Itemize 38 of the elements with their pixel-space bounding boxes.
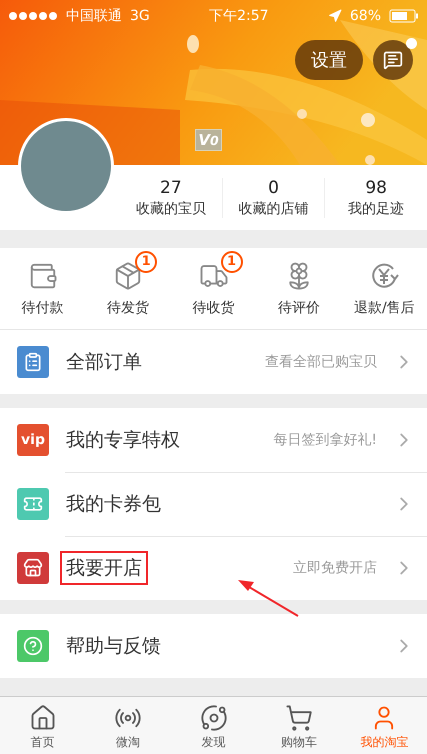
stat-value[interactable]: 98 — [365, 178, 387, 198]
yen-refund-icon — [369, 260, 400, 290]
menu-hint: 每日签到拿好礼! — [273, 431, 377, 449]
order-status-label[interactable]: 退款/售后 — [354, 298, 415, 316]
tab-bar-item[interactable]: 发现 — [170, 697, 256, 754]
menu-label[interactable]: 全部订单 — [60, 345, 148, 379]
menu-label[interactable]: 我的卡券包 — [60, 487, 167, 521]
menu-hint: 立即免费开店 — [293, 559, 377, 577]
planet-icon — [200, 704, 228, 732]
stat-label[interactable]: 我的足迹 — [348, 200, 404, 218]
menu-label[interactable]: 我的专享特权 — [60, 423, 186, 457]
order-status-label[interactable]: 待付款 — [22, 298, 64, 316]
order-status-label[interactable]: 待评价 — [278, 298, 320, 316]
order-status-label[interactable]: 待收货 — [192, 298, 235, 316]
count-badge: 1 — [135, 250, 158, 272]
carrier-name: 中国联通 — [66, 7, 122, 25]
network-type: 3G — [130, 8, 150, 24]
status-time: 下午2:57 — [209, 7, 269, 25]
stat-value[interactable]: 27 — [160, 178, 182, 198]
menu-label[interactable]: 我要开店 — [60, 551, 148, 585]
order-status-label[interactable]: 待发货 — [107, 298, 150, 316]
stat-label[interactable]: 收藏的店铺 — [238, 200, 308, 218]
count-badge: 1 — [220, 250, 243, 272]
tab-bar-item[interactable]: 微淘 — [85, 697, 171, 754]
battery-icon — [389, 9, 419, 23]
chat-icon — [383, 50, 403, 70]
tab-bar-item[interactable]: 首页 — [0, 697, 86, 754]
menu-label[interactable]: 帮助与反馈 — [60, 629, 167, 663]
home-icon — [28, 704, 57, 732]
location-icon — [328, 9, 342, 23]
vip-icon: vip — [17, 424, 49, 456]
menu-hint: 查看全部已购宝贝 — [265, 353, 377, 371]
battery-percent: 68% — [350, 8, 381, 24]
tab-bar-item[interactable]: 购物车 — [256, 697, 342, 754]
stat-value[interactable]: 0 — [268, 178, 279, 198]
cart-icon — [284, 704, 313, 732]
stat-label[interactable]: 收藏的宝贝 — [136, 200, 206, 218]
signal-icon — [8, 11, 58, 21]
